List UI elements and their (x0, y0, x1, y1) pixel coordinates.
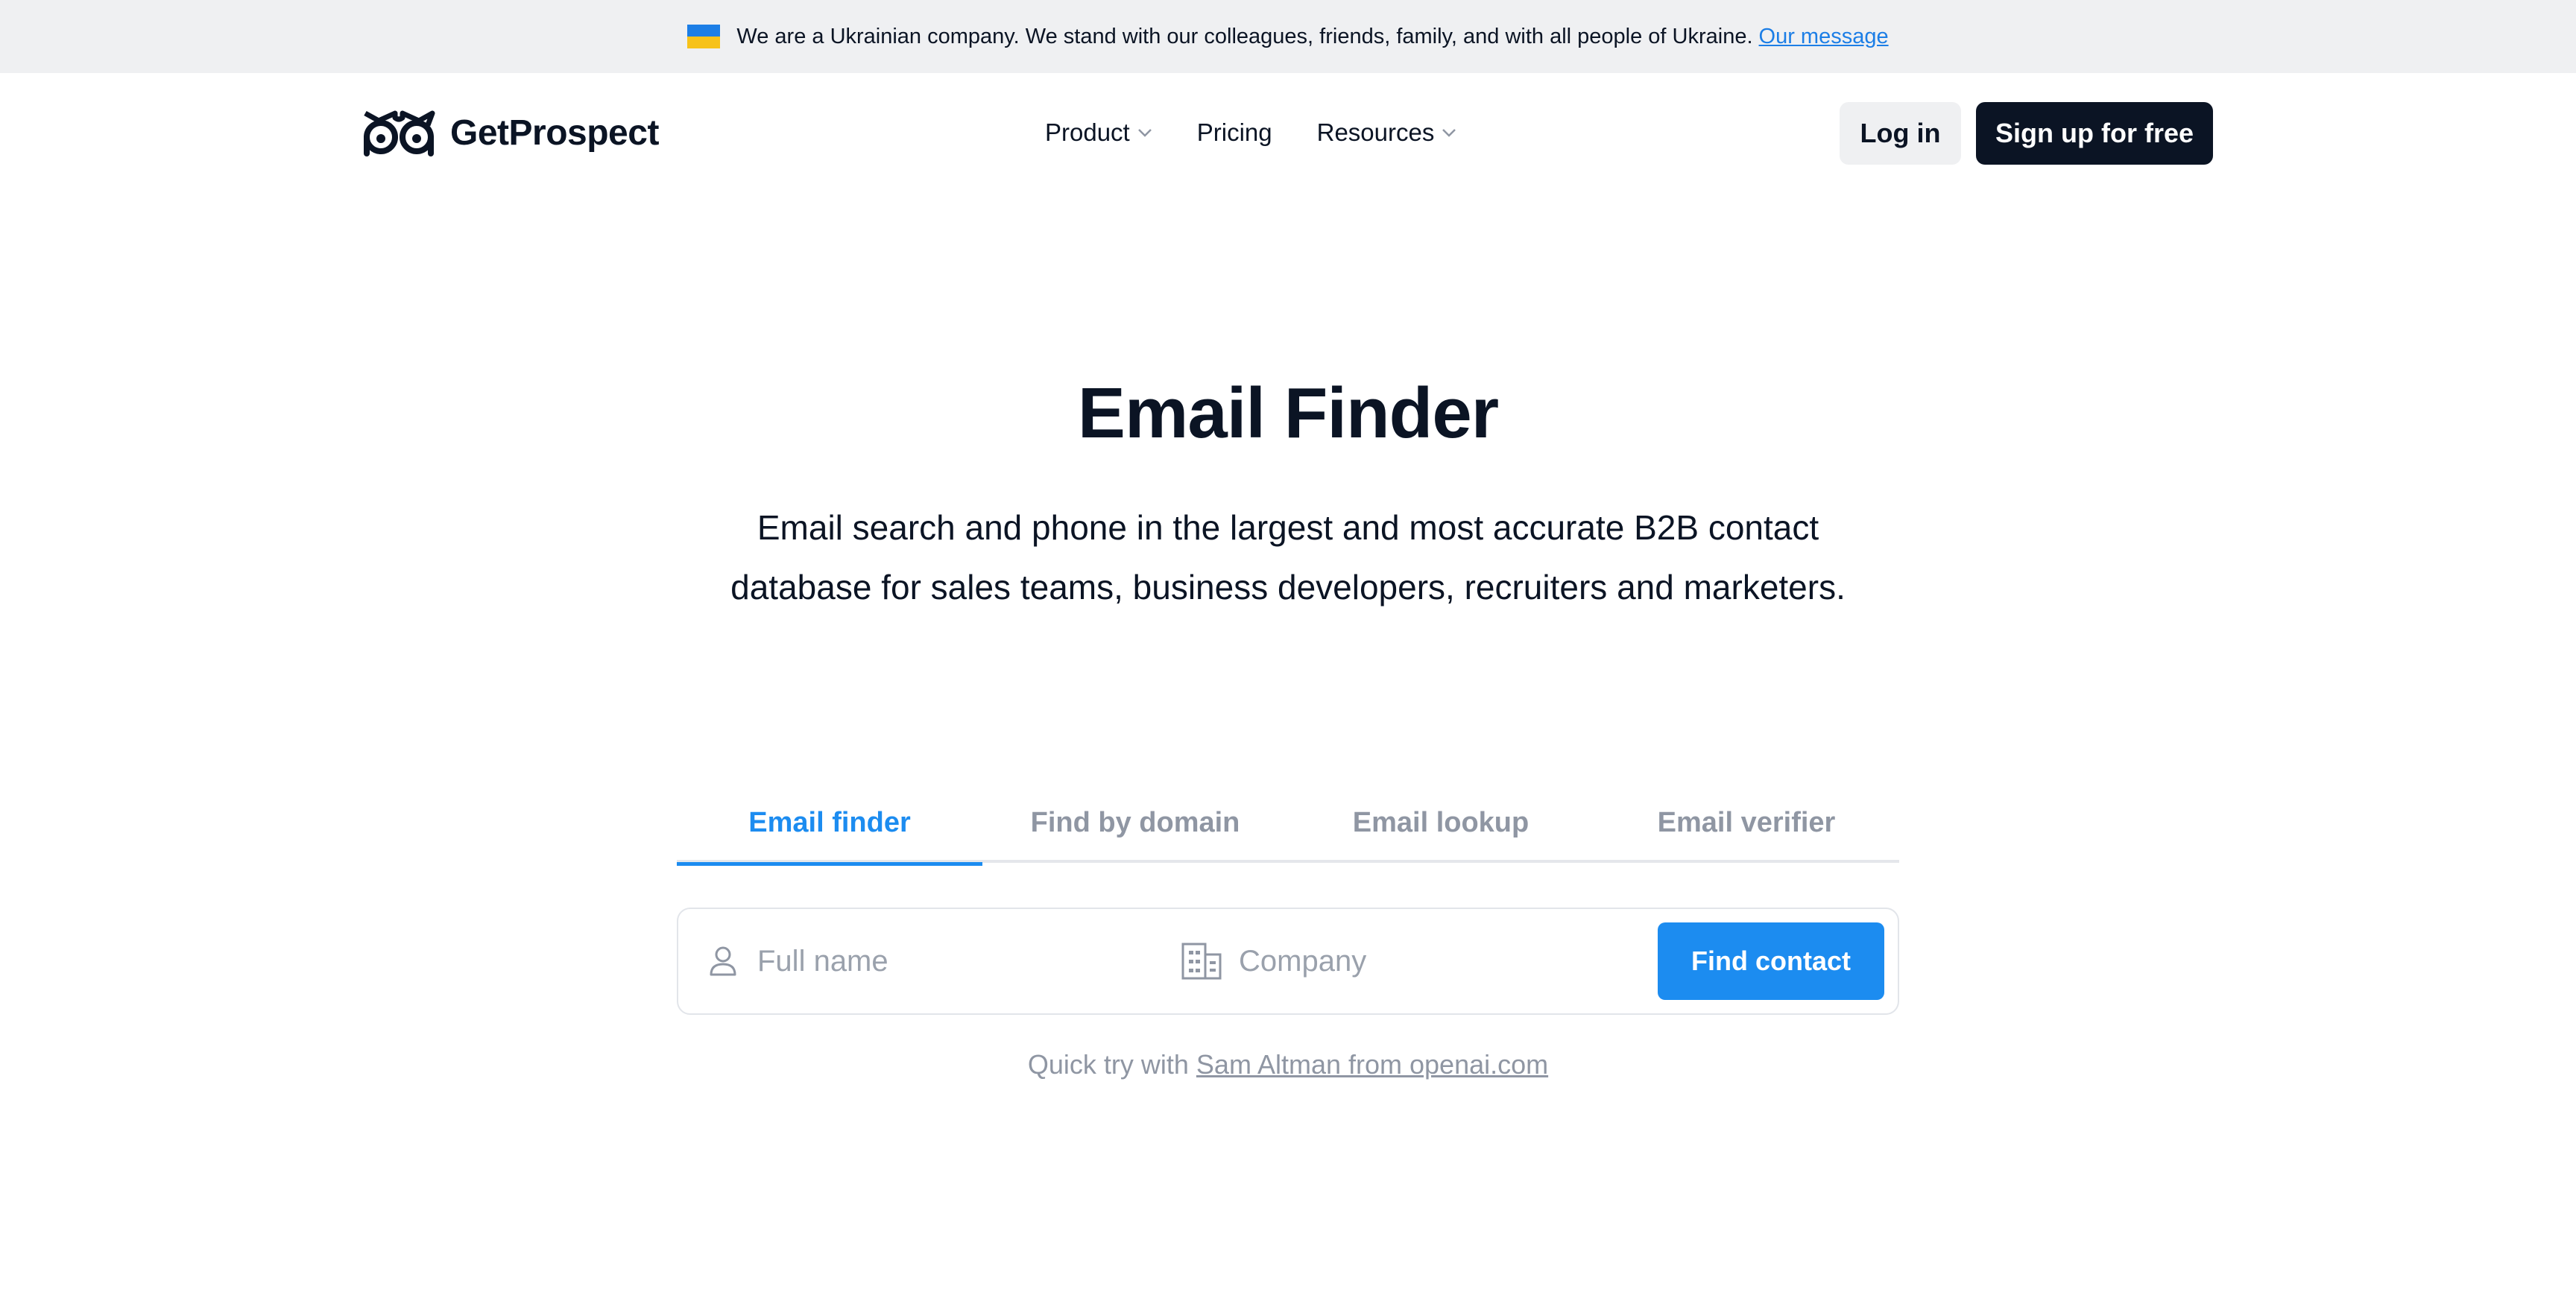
nav-resources-label: Resources (1316, 118, 1435, 146)
finder-tabs: Email finder Find by domain Email lookup… (677, 782, 1899, 866)
nav-pricing-label: Pricing (1196, 118, 1272, 146)
page-subtitle: Email search and phone in the largest an… (730, 508, 1846, 607)
full-name-field (705, 909, 1152, 1013)
find-contact-button[interactable]: Find contact (1658, 922, 1884, 1000)
company-input[interactable] (1239, 944, 1597, 978)
signup-button[interactable]: Sign up for free (1976, 102, 2213, 165)
nav-pricing[interactable]: Pricing (1197, 118, 1272, 147)
company-field (1181, 909, 1613, 1013)
chevron-down-icon (1442, 129, 1456, 137)
banner-text: We are a Ukrainian company. We stand wit… (736, 24, 1753, 48)
search-form: Find contact (677, 908, 1899, 1015)
building-icon (1181, 943, 1222, 980)
logo-text: GetProspect (450, 113, 659, 153)
page-title: Email Finder (1077, 373, 1499, 453)
logo[interactable]: GetProspect (362, 109, 659, 156)
quick-try-prefix: Quick try with (1027, 1049, 1189, 1080)
tab-email-finder[interactable]: Email finder (677, 782, 982, 866)
main-nav: Product Pricing Resources (1045, 115, 1501, 151)
person-icon (710, 946, 736, 976)
our-message-link[interactable]: Our message (1759, 25, 1889, 49)
quick-try: Quick try with Sam Altman from openai.co… (0, 1049, 2576, 1080)
nav-resources[interactable]: Resources (1317, 118, 1457, 147)
ukraine-flag-icon (687, 25, 721, 48)
full-name-input[interactable] (757, 944, 1115, 978)
quick-try-link[interactable]: Sam Altman from openai.com (1196, 1049, 1548, 1080)
tab-find-by-domain[interactable]: Find by domain (982, 782, 1288, 863)
login-button[interactable]: Log in (1840, 102, 1961, 165)
tab-email-verifier[interactable]: Email verifier (1594, 782, 1899, 863)
chevron-down-icon (1137, 129, 1152, 137)
owl-logo-icon (364, 110, 435, 156)
announcement-banner: We are a Ukrainian company. We stand wit… (0, 0, 2576, 73)
site-header: GetProspect Product Pricing Resources Lo… (0, 73, 2576, 195)
nav-product-label: Product (1045, 118, 1130, 146)
tab-email-lookup[interactable]: Email lookup (1288, 782, 1594, 863)
nav-product[interactable]: Product (1045, 118, 1152, 147)
